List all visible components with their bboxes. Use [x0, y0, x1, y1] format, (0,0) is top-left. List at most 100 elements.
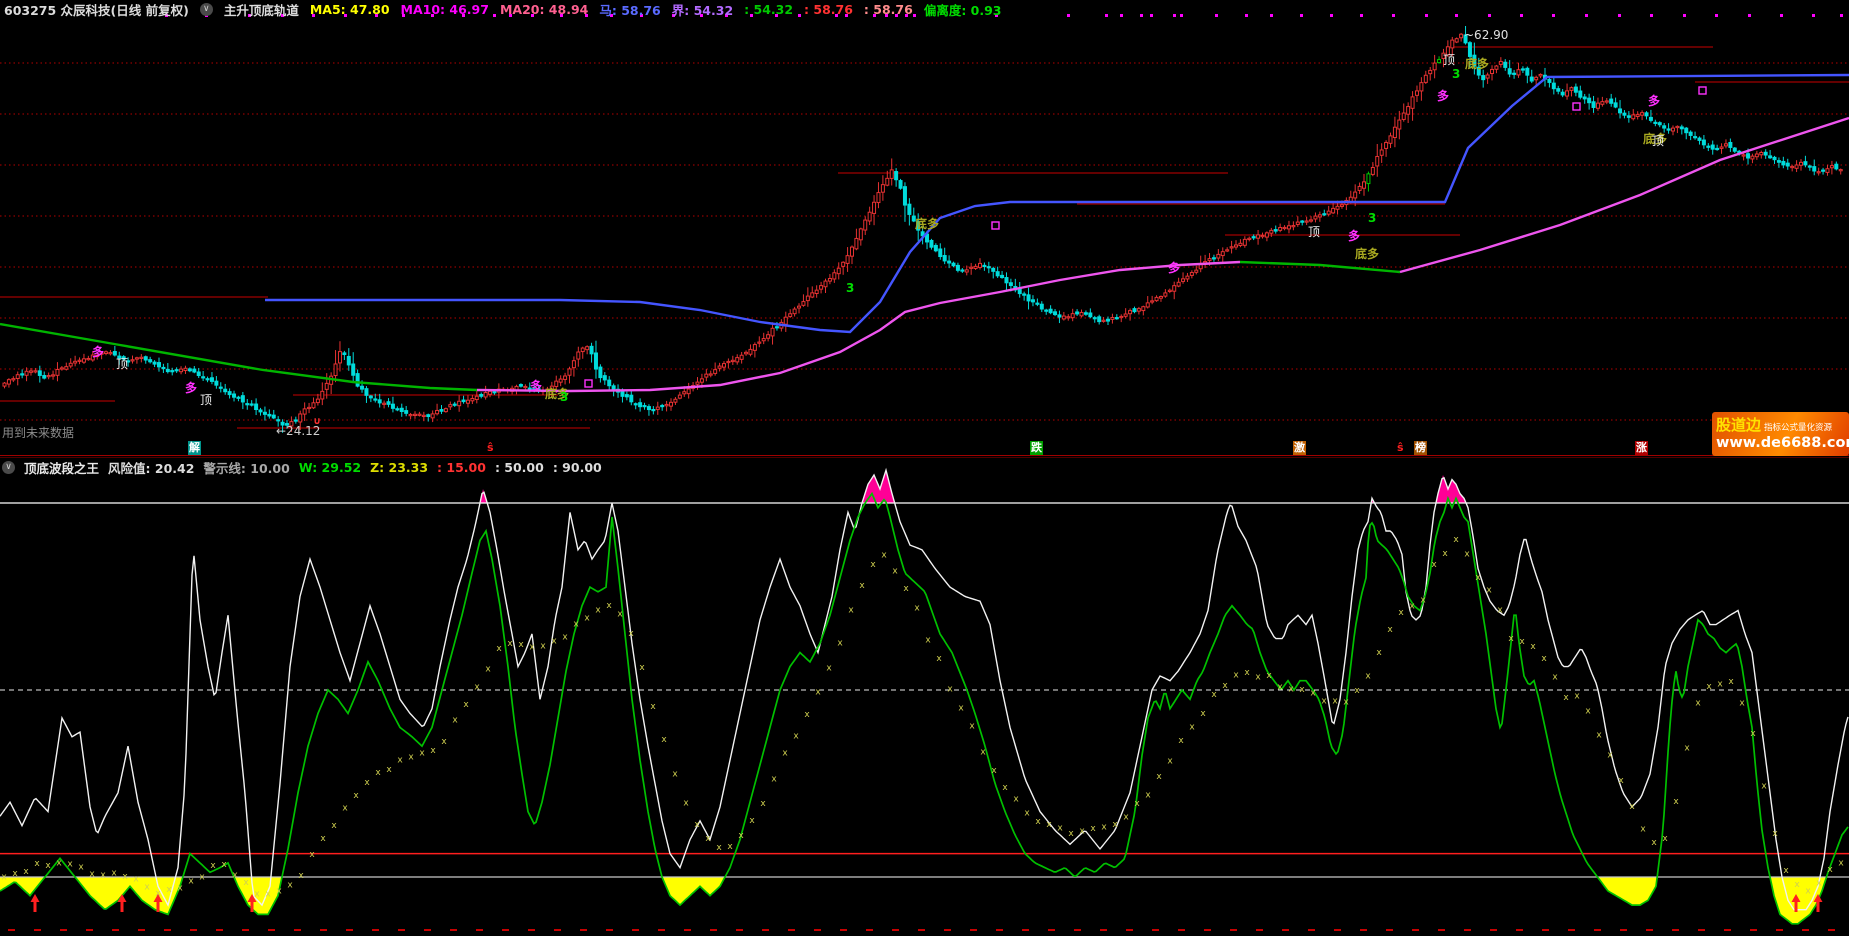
svg-text:x: x: [199, 873, 205, 883]
low-price-label: ←24.12: [276, 424, 320, 438]
indicator-collapse-icon[interactable]: ∨: [200, 3, 213, 16]
svg-text:x: x: [573, 619, 579, 629]
svg-text:x: x: [980, 747, 986, 757]
indicator-collapse-icon[interactable]: ∨: [2, 461, 15, 474]
svg-text:x: x: [518, 640, 524, 650]
svg-text:x: x: [1321, 696, 1327, 706]
z-value: Z: 23.33: [370, 460, 428, 475]
svg-text:x: x: [12, 869, 18, 879]
signal-zhang: 涨: [1635, 441, 1648, 455]
svg-text:x: x: [1772, 829, 1778, 839]
svg-text:x: x: [892, 567, 898, 577]
svg-text:x: x: [1156, 772, 1162, 782]
svg-text:x: x: [1222, 681, 1228, 691]
svg-text:x: x: [628, 629, 634, 639]
svg-text:x: x: [56, 859, 62, 869]
svg-text:x: x: [1695, 699, 1701, 709]
watermark-url: www.de6688.com: [1716, 435, 1845, 451]
svg-text:x: x: [232, 870, 238, 880]
svg-text:x: x: [452, 715, 458, 725]
high-price-label: ~62.90: [1464, 28, 1508, 42]
svg-text:多: 多: [1648, 93, 1660, 108]
svg-text:x: x: [375, 768, 381, 778]
svg-text:x: x: [1783, 866, 1789, 876]
svg-text:x: x: [1409, 602, 1415, 612]
svg-text:多: 多: [1437, 88, 1449, 103]
svg-text:x: x: [1398, 608, 1404, 618]
svg-text:x: x: [1585, 707, 1591, 717]
svg-text:x: x: [1013, 794, 1019, 804]
svg-text:x: x: [298, 871, 304, 881]
svg-text:x: x: [133, 874, 139, 884]
value-green: : 54.32: [744, 2, 793, 17]
svg-text:x: x: [1255, 673, 1261, 683]
svg-text:x: x: [584, 613, 590, 623]
svg-text:x: x: [1530, 642, 1536, 652]
svg-text:x: x: [188, 877, 194, 887]
svg-text:底多: 底多: [1355, 246, 1379, 261]
svg-text:x: x: [265, 889, 271, 899]
svg-text:x: x: [771, 775, 777, 785]
svg-text:x: x: [1365, 672, 1371, 682]
svg-text:x: x: [353, 791, 359, 801]
watermark-ad[interactable]: 股道边 指标公式量化资源 www.de6688.com: [1712, 412, 1849, 456]
svg-text:x: x: [1387, 625, 1393, 635]
svg-text:x: x: [1233, 671, 1239, 681]
svg-text:x: x: [1288, 684, 1294, 694]
svg-text:x: x: [1189, 723, 1195, 733]
svg-text:x: x: [210, 861, 216, 871]
svg-text:x: x: [529, 642, 535, 652]
svg-text:x: x: [1574, 691, 1580, 701]
svg-text:x: x: [1706, 682, 1712, 692]
watermark-tagline: 指标公式量化资源: [1764, 421, 1832, 433]
svg-text:顶: 顶: [116, 357, 128, 371]
value-red: : 58.76: [804, 2, 853, 17]
level-50-value: : 50.00: [495, 460, 544, 475]
svg-text:x: x: [1, 872, 7, 882]
svg-text:x: x: [540, 642, 546, 652]
level-90-value: : 90.00: [553, 460, 602, 475]
signal-bang: 榜: [1414, 441, 1427, 455]
svg-text:x: x: [243, 878, 249, 888]
svg-text:x: x: [606, 601, 612, 611]
svg-text:3: 3: [1368, 211, 1376, 225]
indicator-chart[interactable]: xxxxxxxxxxxxxxxxxxxxxxxxxxxxxxxxxxxxxxxx…: [0, 466, 1849, 936]
svg-text:x: x: [1145, 791, 1151, 801]
svg-text:x: x: [67, 859, 73, 869]
svg-text:x: x: [1651, 838, 1657, 848]
svg-text:x: x: [1794, 880, 1800, 890]
svg-text:x: x: [1629, 802, 1635, 812]
signal-s-1: ŝ: [486, 441, 495, 455]
svg-text:3: 3: [1452, 67, 1460, 81]
svg-text:x: x: [1750, 729, 1756, 739]
svg-text:x: x: [430, 746, 436, 756]
svg-text:x: x: [1453, 535, 1459, 545]
svg-text:x: x: [496, 644, 502, 654]
svg-text:x: x: [408, 752, 414, 762]
svg-text:x: x: [903, 584, 909, 594]
svg-text:x: x: [1838, 859, 1844, 869]
svg-text:x: x: [760, 799, 766, 809]
svg-text:x: x: [1475, 573, 1481, 583]
main-price-chart[interactable]: 多多多多多多多底多底多底多底多底多顶顶顶顶顶3333∪: [0, 0, 1849, 458]
svg-text:x: x: [1486, 585, 1492, 595]
title-bar: 603275 众辰科技(日线 前复权)∨主升顶底轨道MA5: 47.80MA10…: [4, 1, 1002, 18]
svg-text:x: x: [177, 884, 183, 894]
svg-text:x: x: [1827, 865, 1833, 875]
svg-text:x: x: [331, 821, 337, 831]
svg-text:x: x: [1739, 699, 1745, 709]
svg-text:x: x: [914, 604, 920, 614]
watermark-brand: 股道边: [1716, 414, 1761, 435]
svg-text:x: x: [947, 685, 953, 695]
svg-text:x: x: [562, 633, 568, 643]
svg-text:x: x: [441, 737, 447, 747]
svg-text:顶: 顶: [200, 393, 212, 407]
svg-text:x: x: [1442, 549, 1448, 559]
svg-text:x: x: [1178, 736, 1184, 746]
svg-text:x: x: [1376, 648, 1382, 658]
svg-text:x: x: [1464, 550, 1470, 560]
svg-text:x: x: [1431, 560, 1437, 570]
svg-text:x: x: [848, 606, 854, 616]
svg-text:x: x: [815, 688, 821, 698]
svg-text:x: x: [1079, 827, 1085, 837]
